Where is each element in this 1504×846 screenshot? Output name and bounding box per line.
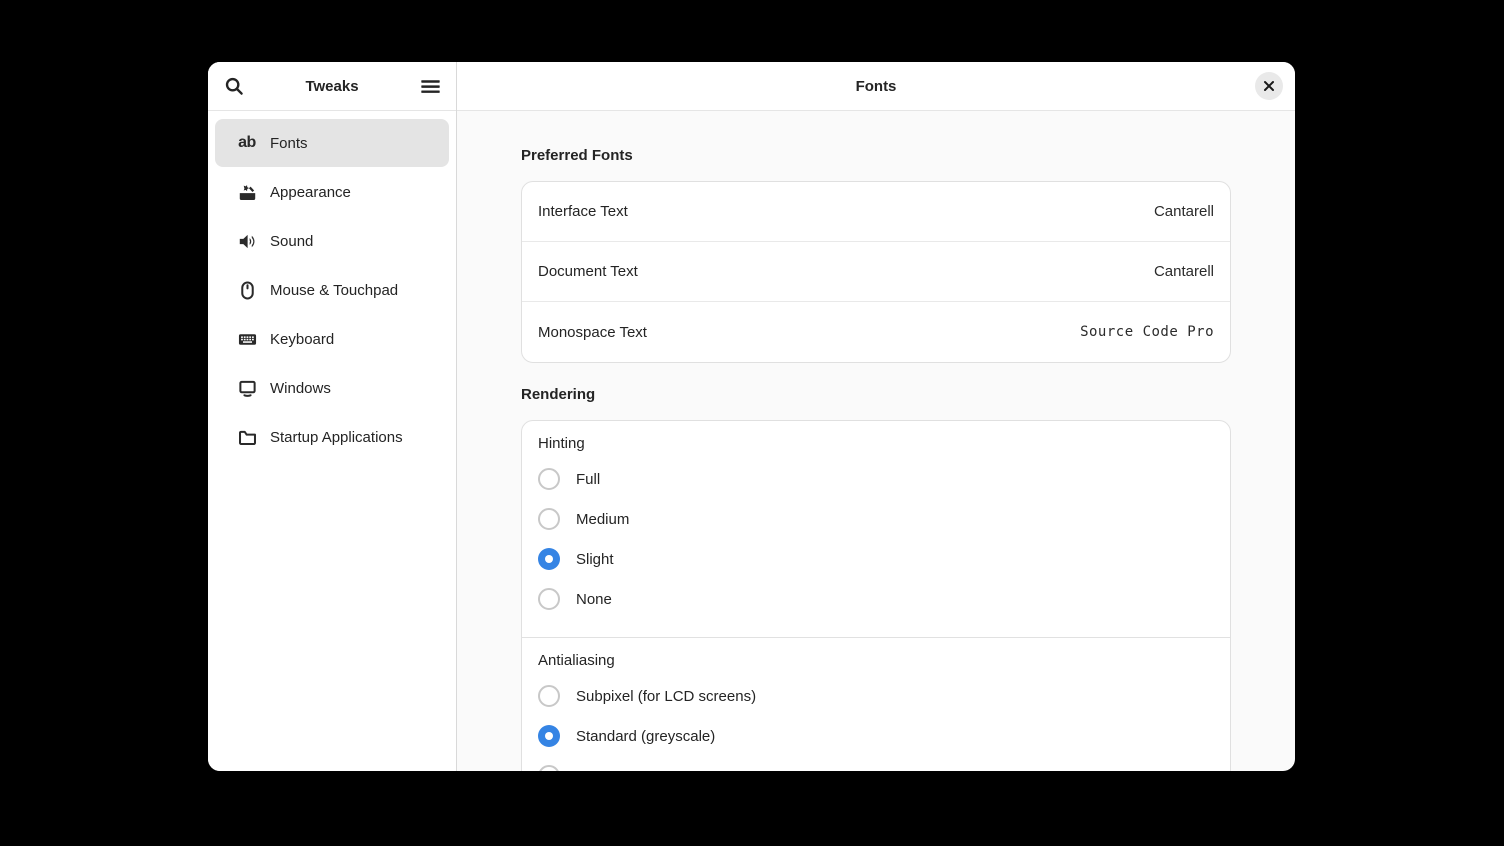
sidebar-item-label: Keyboard [270, 331, 334, 348]
tweaks-window: Tweaks ab Fonts [208, 62, 1295, 771]
sidebar-title: Tweaks [305, 78, 358, 95]
monitor-icon [237, 378, 257, 398]
sidebar-headerbar: Tweaks [208, 62, 456, 111]
font-row-value: Cantarell [1154, 203, 1214, 220]
interface-text-row[interactable]: Interface Text Cantarell [522, 182, 1230, 242]
sidebar-item-keyboard[interactable]: Keyboard [215, 315, 449, 363]
sidebar-item-label: Fonts [270, 135, 308, 152]
fonts-page: Preferred Fonts Interface Text Cantarell… [457, 111, 1295, 771]
sidebar-item-label: Startup Applications [270, 429, 403, 446]
main-panel: Fonts Preferred Fonts Interface Text Can… [457, 62, 1295, 771]
antialiasing-option-subpixel[interactable]: Subpixel (for LCD screens) [538, 676, 1214, 716]
sidebar-item-label: Appearance [270, 184, 351, 201]
sidebar-nav: ab Fonts Appearance [208, 111, 456, 462]
sidebar-item-appearance[interactable]: Appearance [215, 168, 449, 216]
search-icon [224, 76, 245, 97]
appearance-icon [237, 182, 257, 202]
document-text-row[interactable]: Document Text Cantarell [522, 242, 1230, 302]
radio-label: Standard (greyscale) [576, 728, 715, 745]
font-row-label: Monospace Text [538, 324, 647, 341]
hinting-label: Hinting [538, 434, 1214, 454]
hinting-option-none[interactable]: None [538, 579, 1214, 619]
hinting-option-full[interactable]: Full [538, 459, 1214, 499]
hamburger-icon [420, 76, 441, 97]
radio-label: Subpixel (for LCD screens) [576, 688, 756, 705]
page-title: Fonts [856, 78, 897, 95]
sidebar-item-sound[interactable]: Sound [215, 217, 449, 265]
antialiasing-option-none[interactable]: None [538, 756, 1214, 771]
font-row-value: Source Code Pro [1080, 324, 1214, 340]
radio-checked-icon[interactable] [538, 548, 560, 570]
hinting-group: Hinting Full Medium Slight [522, 421, 1230, 637]
sidebar-item-mouse-touchpad[interactable]: Mouse & Touchpad [215, 266, 449, 314]
rendering-heading: Rendering [521, 385, 1231, 405]
search-button[interactable] [221, 73, 247, 99]
close-icon [1263, 80, 1275, 92]
sidebar-item-startup-applications[interactable]: Startup Applications [215, 413, 449, 461]
folder-icon [237, 427, 257, 447]
sidebar-item-windows[interactable]: Windows [215, 364, 449, 412]
speaker-icon [237, 231, 257, 251]
keyboard-icon [237, 329, 257, 349]
monospace-text-row[interactable]: Monospace Text Source Code Pro [522, 302, 1230, 362]
menu-button[interactable] [417, 73, 443, 99]
close-button[interactable] [1255, 72, 1283, 100]
preferred-fonts-card: Interface Text Cantarell Document Text C… [521, 181, 1231, 363]
ab-icon: ab [237, 133, 257, 153]
radio-label: None [576, 768, 612, 772]
hinting-option-slight[interactable]: Slight [538, 539, 1214, 579]
sidebar: Tweaks ab Fonts [208, 62, 457, 771]
font-row-label: Document Text [538, 263, 638, 280]
hinting-option-medium[interactable]: Medium [538, 499, 1214, 539]
preferred-fonts-heading: Preferred Fonts [521, 146, 1231, 166]
radio-label: Full [576, 471, 600, 488]
sidebar-item-fonts[interactable]: ab Fonts [215, 119, 449, 167]
radio-checked-icon[interactable] [538, 725, 560, 747]
radio-label: Slight [576, 551, 614, 568]
mouse-icon [237, 280, 257, 300]
sidebar-item-label: Sound [270, 233, 313, 250]
radio-icon[interactable] [538, 588, 560, 610]
rendering-card: Hinting Full Medium Slight [521, 420, 1231, 771]
radio-icon[interactable] [538, 468, 560, 490]
radio-icon[interactable] [538, 685, 560, 707]
sidebar-item-label: Mouse & Touchpad [270, 282, 398, 299]
radio-icon[interactable] [538, 765, 560, 771]
antialiasing-group: Antialiasing Subpixel (for LCD screens) … [522, 637, 1230, 771]
font-row-label: Interface Text [538, 203, 628, 220]
antialiasing-option-standard[interactable]: Standard (greyscale) [538, 716, 1214, 756]
radio-icon[interactable] [538, 508, 560, 530]
radio-label: Medium [576, 511, 629, 528]
sidebar-item-label: Windows [270, 380, 331, 397]
font-row-value: Cantarell [1154, 263, 1214, 280]
desktop: { "app": { "accent_color": "#3584e4", "s… [0, 0, 1504, 846]
main-headerbar: Fonts [457, 62, 1295, 111]
radio-label: None [576, 591, 612, 608]
antialiasing-label: Antialiasing [538, 651, 1214, 671]
